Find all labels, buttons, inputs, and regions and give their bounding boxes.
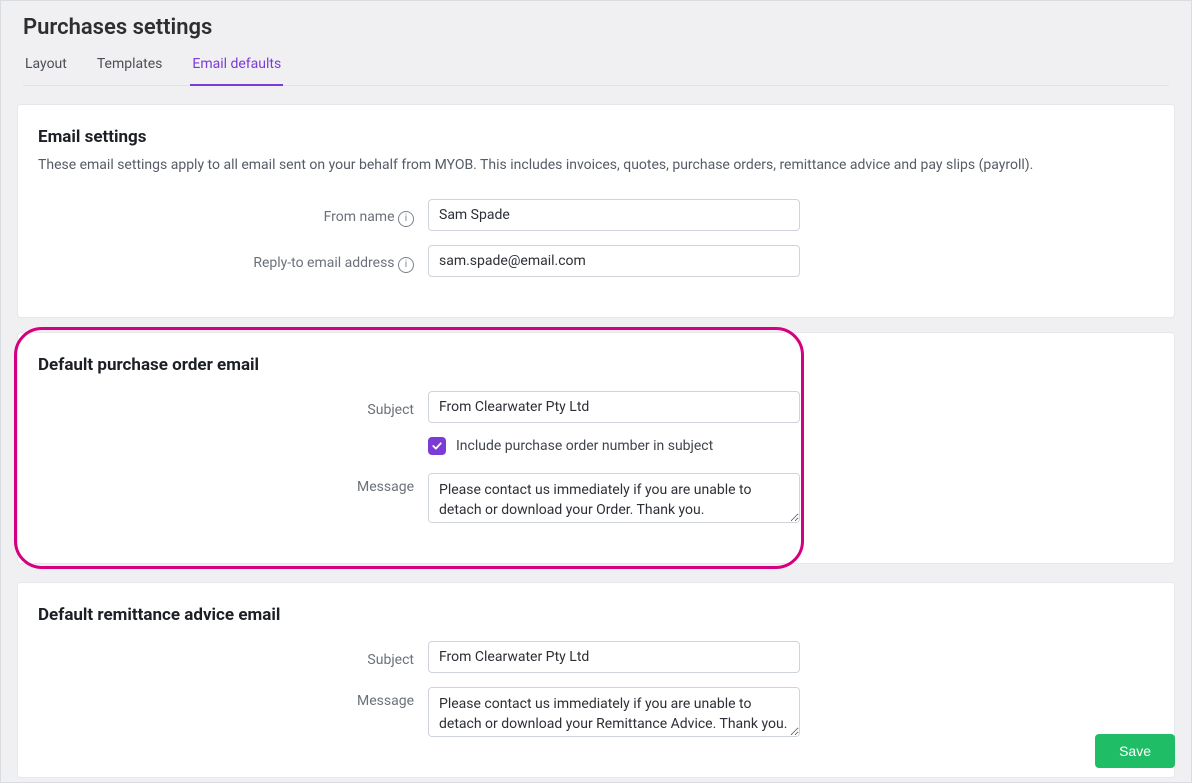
remit-subject-label: Subject — [38, 646, 428, 668]
po-subject-label: Subject — [38, 396, 428, 418]
email-settings-desc: These email settings apply to all email … — [38, 157, 1154, 173]
po-message-row: Message — [38, 473, 1154, 523]
po-message-textarea[interactable] — [428, 473, 800, 523]
remittance-email-card: Default remittance advice email Subject … — [17, 582, 1175, 778]
reply-to-input[interactable] — [428, 245, 800, 277]
check-icon — [431, 440, 443, 452]
po-subject-input[interactable] — [428, 391, 800, 423]
remittance-email-title: Default remittance advice email — [38, 605, 1154, 625]
include-po-number-checkbox[interactable] — [428, 437, 446, 455]
info-icon[interactable]: i — [398, 257, 414, 273]
from-name-label: From name — [324, 209, 395, 225]
email-settings-card: Email settings These email settings appl… — [17, 104, 1175, 318]
from-name-input[interactable] — [428, 199, 800, 231]
remit-message-textarea[interactable] — [428, 687, 800, 737]
tab-layout[interactable]: Layout — [23, 46, 69, 85]
remit-message-row: Message — [38, 687, 1154, 737]
remit-message-label: Message — [38, 687, 428, 709]
footer: Save — [1095, 734, 1175, 768]
po-message-label: Message — [38, 473, 428, 495]
remit-subject-row: Subject — [38, 641, 1154, 673]
remit-subject-input[interactable] — [428, 641, 800, 673]
tab-email-defaults[interactable]: Email defaults — [190, 46, 283, 86]
from-name-label-col: From name i — [38, 203, 428, 227]
page-title: Purchases settings — [1, 1, 1191, 46]
info-icon[interactable]: i — [398, 211, 414, 227]
po-subject-row: Subject — [38, 391, 1154, 423]
tabs: Layout Templates Email defaults — [23, 46, 1169, 86]
purchase-order-email-title: Default purchase order email — [38, 355, 1154, 375]
include-po-number-label: Include purchase order number in subject — [456, 438, 713, 454]
tab-templates[interactable]: Templates — [95, 46, 165, 85]
email-settings-title: Email settings — [38, 127, 1154, 147]
tabs-wrap: Layout Templates Email defaults — [1, 46, 1191, 86]
save-button[interactable]: Save — [1095, 734, 1175, 768]
include-po-number-row: Include purchase order number in subject — [428, 437, 1154, 455]
reply-to-row: Reply-to email address i — [38, 245, 1154, 277]
reply-to-label: Reply-to email address — [253, 255, 394, 271]
reply-to-label-col: Reply-to email address i — [38, 249, 428, 273]
purchase-order-email-card: Default purchase order email Subject Inc… — [17, 332, 1175, 564]
from-name-row: From name i — [38, 199, 1154, 231]
